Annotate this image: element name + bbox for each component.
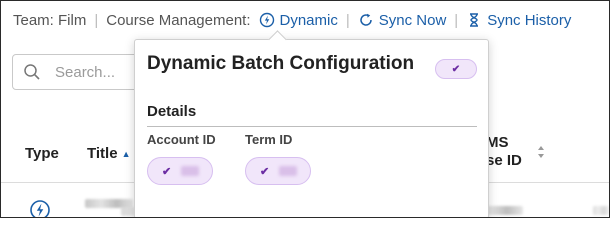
lightning-circle-icon bbox=[259, 12, 275, 28]
redacted-value bbox=[593, 206, 609, 215]
search-icon bbox=[23, 63, 41, 81]
column-header-title-label: Title bbox=[87, 145, 118, 162]
status-badge: ✔ bbox=[435, 59, 477, 79]
app-window: Team: Film | Course Management: Dynamic … bbox=[0, 0, 610, 218]
dynamic-label: Dynamic bbox=[279, 11, 338, 29]
account-id-badge: ✔ bbox=[147, 157, 213, 185]
separator: | bbox=[345, 11, 350, 29]
details-heading: Details bbox=[147, 103, 197, 120]
team-label: Team: Film bbox=[13, 11, 87, 29]
details-divider bbox=[147, 126, 477, 127]
sync-history-link[interactable]: Sync History bbox=[466, 12, 571, 29]
course-management-label: Course Management: bbox=[106, 11, 251, 29]
sort-ascending-icon: ▲ bbox=[121, 148, 131, 159]
term-id-badge: ✔ bbox=[245, 157, 311, 185]
column-header-title[interactable]: Title ▲ bbox=[87, 145, 131, 162]
redacted-account-id bbox=[181, 166, 200, 176]
sync-history-label: Sync History bbox=[487, 11, 572, 29]
column-header-sis-course-id[interactable]: MS se ID bbox=[486, 134, 522, 170]
popover-title: Dynamic Batch Configuration bbox=[147, 53, 415, 74]
sync-now-label: Sync Now bbox=[378, 11, 447, 29]
term-id-label: Term ID bbox=[245, 132, 293, 147]
separator: | bbox=[94, 11, 99, 29]
check-icon: ✔ bbox=[260, 165, 270, 178]
sort-icon[interactable] bbox=[537, 144, 545, 160]
dynamic-link[interactable]: Dynamic bbox=[259, 12, 338, 29]
column-header-type[interactable]: Type bbox=[25, 145, 59, 162]
search-box[interactable] bbox=[12, 54, 142, 90]
top-bar: Team: Film | Course Management: Dynamic … bbox=[13, 9, 571, 31]
dynamic-batch-popover: Dynamic Batch Configuration ✔ Details Ac… bbox=[134, 30, 489, 217]
refresh-icon bbox=[358, 12, 374, 28]
popover-caret bbox=[268, 30, 287, 49]
column-header-sis-line1: MS bbox=[486, 134, 509, 151]
search-input[interactable] bbox=[53, 62, 137, 82]
hourglass-icon bbox=[466, 12, 482, 28]
redacted-term-id bbox=[279, 166, 298, 176]
column-header-sis-line2: se ID bbox=[486, 152, 522, 169]
check-icon: ✔ bbox=[162, 165, 172, 178]
sync-now-link[interactable]: Sync Now bbox=[358, 11, 447, 29]
check-icon: ✔ bbox=[451, 63, 461, 75]
account-id-label: Account ID bbox=[147, 132, 216, 147]
dynamic-type-icon bbox=[29, 199, 51, 217]
separator: | bbox=[454, 11, 459, 29]
